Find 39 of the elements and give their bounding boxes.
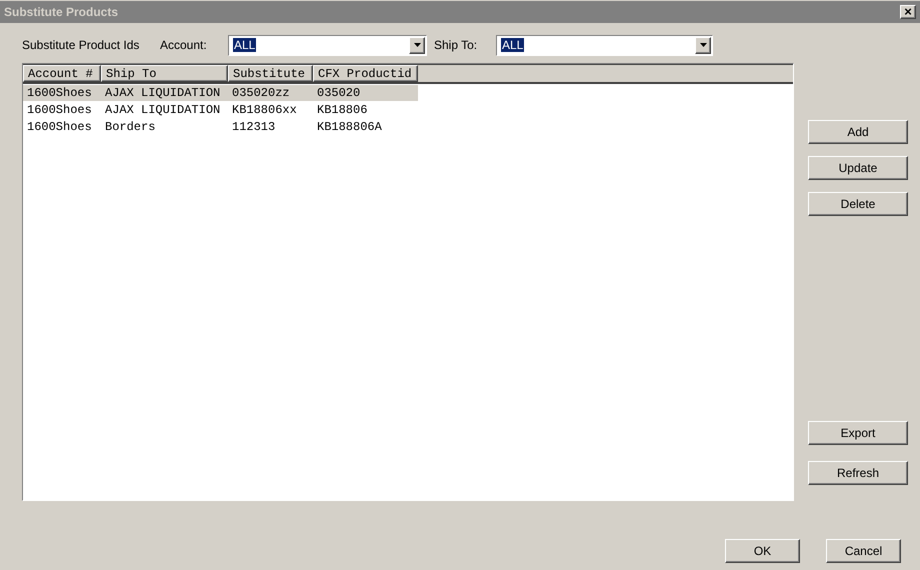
table-row[interactable]: 1600Shoes Borders 112313 KB188806A [23,119,418,135]
table-cell-text: 1600Shoes [26,119,93,135]
dropdown-value: ALL [501,38,524,52]
table-cell-text: 112313 [231,119,276,135]
section-label: Substitute Product Ids [22,37,140,54]
dialog-button[interactable]: Export [808,421,908,445]
dialog-button[interactable]: Update [808,156,908,180]
table-cell-text: 035020zz [231,85,291,101]
account-label: Account: [160,37,208,54]
table-cell-text: 035020 [316,85,362,101]
table-cell-text: KB188806A [316,119,383,135]
close-button[interactable]: × [900,5,916,19]
table-cell-text: AJAX LIQUIDATION [104,102,222,118]
table-cell-text: AJAX LIQUIDATION [104,85,222,101]
dropdown-arrow-button[interactable] [695,36,711,54]
dropdown-arrow-button[interactable] [409,36,425,54]
table-cell-text: 1600Shoes [26,85,93,101]
dialog-button[interactable]: OK [725,539,800,563]
dialog-button[interactable]: Refresh [808,461,908,485]
caret-icon [700,43,706,47]
dropdown-field[interactable]: ALL [496,34,713,56]
table-cell-text: KB18806 [316,102,368,118]
table-row[interactable]: 1600Shoes AJAX LIQUIDATION 035020zz 035020 [23,85,418,101]
column-header[interactable]: Substitute [228,65,313,82]
ship-to-label: Ship To: [434,37,478,54]
dropdown-value: ALL [233,38,256,52]
column-header[interactable]: CFX Productid [313,65,418,82]
dropdown-field[interactable]: ALL [228,34,427,56]
dialog-button[interactable]: Delete [808,192,908,216]
table-cell-text: 1600Shoes [26,102,93,118]
caret-icon [414,43,420,47]
table-cell-text: KB18806xx [231,102,298,118]
dialog-button[interactable]: Cancel [826,539,901,563]
column-header[interactable]: Ship To [101,65,228,82]
dialog-button[interactable]: Add [808,120,908,144]
column-header[interactable]: Account # [23,65,101,82]
table-row[interactable]: 1600Shoes AJAX LIQUIDATION KB18806xx KB18806 [23,102,418,118]
table-cell-text: Borders [104,119,156,135]
window-title: Substitute Products [4,4,118,21]
